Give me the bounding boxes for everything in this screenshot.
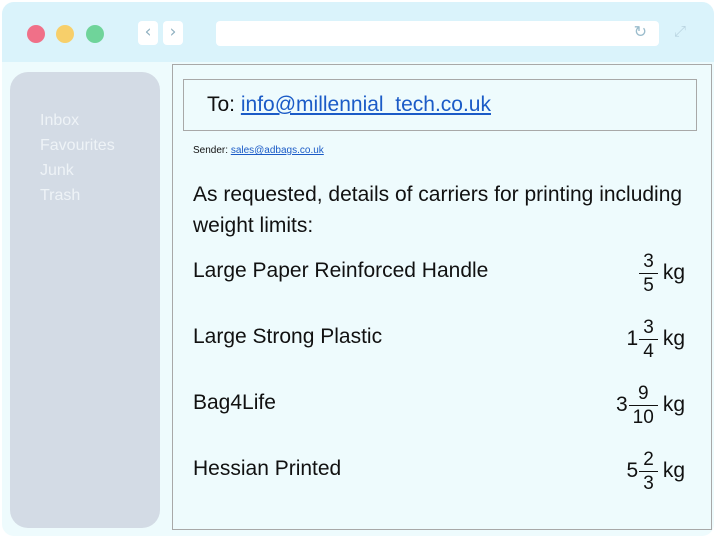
weight-unit: kg bbox=[662, 261, 685, 284]
reload-icon[interactable]: ↻ bbox=[634, 22, 647, 41]
weight-fraction: 3 4 bbox=[639, 316, 658, 362]
minimize-window-button[interactable] bbox=[56, 25, 74, 43]
forward-button[interactable]: › bbox=[163, 21, 183, 45]
email-intro-text: As requested, details of carriers for pr… bbox=[193, 183, 683, 237]
chevron-right-icon: › bbox=[169, 22, 177, 42]
address-bar[interactable]: ↻ bbox=[216, 21, 659, 46]
email-body: To: info@millennial_tech.co.uk Sender: s… bbox=[172, 64, 712, 530]
sidebar-item-inbox[interactable]: Inbox bbox=[40, 108, 160, 133]
weight-unit: kg bbox=[662, 393, 685, 416]
carrier-row: Large Paper Reinforced Handle 3 5 kg bbox=[193, 245, 693, 301]
fraction-bar bbox=[639, 470, 658, 472]
fraction-bar bbox=[628, 404, 658, 406]
carrier-name: Large Strong Plastic bbox=[193, 325, 383, 348]
weight-unit: kg bbox=[662, 327, 685, 350]
chevron-left-icon: ‹ bbox=[144, 22, 152, 42]
sender-label: Sender: bbox=[193, 145, 231, 156]
weight-limit: 3 9 10 kg bbox=[616, 377, 685, 433]
weight-unit: kg bbox=[662, 459, 685, 482]
fraction-numerator: 2 bbox=[643, 448, 654, 470]
carrier-name: Hessian Printed bbox=[193, 457, 342, 480]
close-window-button[interactable] bbox=[27, 25, 45, 43]
carrier-name: Bag4Life bbox=[193, 391, 276, 414]
sidebar-item-favourites[interactable]: Favourites bbox=[40, 133, 160, 158]
carrier-row: Bag4Life 3 9 10 kg bbox=[193, 377, 693, 433]
fraction-denominator: 10 bbox=[632, 406, 654, 428]
fraction-numerator: 3 bbox=[643, 250, 654, 272]
fraction-numerator: 3 bbox=[643, 316, 654, 338]
fraction-denominator: 4 bbox=[643, 340, 654, 362]
weight-limit: 1 3 4 kg bbox=[627, 311, 685, 367]
recipient-label: To: bbox=[207, 93, 241, 116]
back-button[interactable]: ‹ bbox=[138, 21, 158, 45]
fraction-bar bbox=[639, 272, 658, 274]
sender-address-link[interactable]: sales@adbags.co.uk bbox=[231, 145, 324, 156]
mail-sidebar: Inbox Favourites Junk Trash bbox=[10, 72, 160, 528]
carrier-row: Hessian Printed 5 2 3 kg bbox=[193, 443, 693, 499]
fraction-bar bbox=[639, 338, 658, 340]
carrier-name: Large Paper Reinforced Handle bbox=[193, 259, 489, 282]
recipient-field: To: info@millennial_tech.co.uk bbox=[183, 79, 697, 131]
weight-fraction: 2 3 bbox=[639, 448, 658, 494]
title-bar: ‹ › ↻ ⤢ bbox=[2, 2, 714, 62]
fraction-denominator: 3 bbox=[643, 472, 654, 494]
expand-icon[interactable]: ⤢ bbox=[674, 22, 686, 40]
weight-whole: 5 bbox=[626, 459, 639, 482]
maximize-window-button[interactable] bbox=[86, 25, 104, 43]
weight-whole: 1 bbox=[626, 327, 639, 350]
weight-limit: 5 2 3 kg bbox=[627, 443, 685, 499]
weight-whole: 3 bbox=[615, 393, 628, 416]
fraction-denominator: 5 bbox=[643, 274, 654, 296]
sender-line: Sender: sales@adbags.co.uk bbox=[193, 145, 324, 156]
sidebar-item-trash[interactable]: Trash bbox=[40, 183, 160, 208]
weight-limit: 3 5 kg bbox=[638, 245, 685, 301]
sidebar-item-junk[interactable]: Junk bbox=[40, 158, 160, 183]
recipient-address-link[interactable]: info@millennial_tech.co.uk bbox=[241, 93, 491, 116]
carrier-row: Large Strong Plastic 1 3 4 kg bbox=[193, 311, 693, 367]
weight-fraction: 3 5 bbox=[639, 250, 658, 296]
fraction-numerator: 9 bbox=[637, 382, 649, 404]
weight-fraction: 9 10 bbox=[628, 382, 658, 428]
